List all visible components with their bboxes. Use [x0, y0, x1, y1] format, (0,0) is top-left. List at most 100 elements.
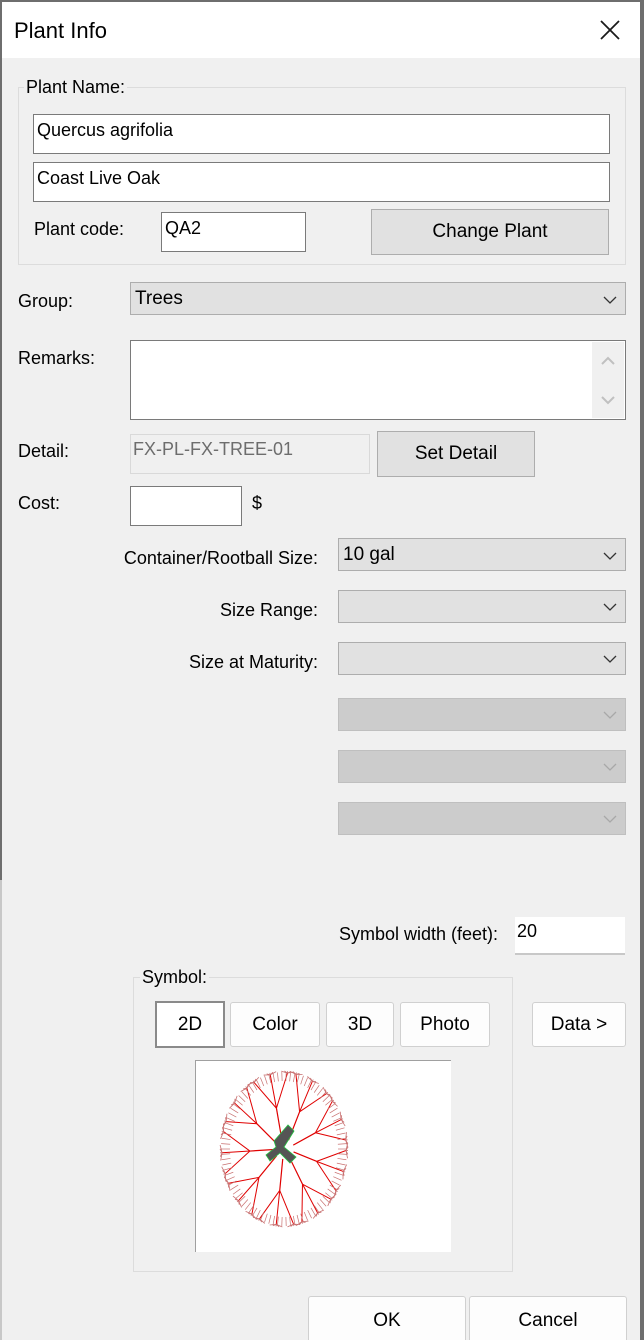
detail-field: FX-PL-FX-TREE-01 [130, 434, 370, 474]
branch-line [335, 1127, 345, 1131]
branch-line [313, 1084, 320, 1093]
branch-line [337, 1143, 347, 1145]
branch-line [296, 1074, 300, 1084]
close-button[interactable] [588, 10, 632, 50]
branch-line [279, 1158, 284, 1191]
branch-line [272, 1073, 275, 1083]
branch-line [327, 1188, 336, 1195]
branch-line [246, 1087, 258, 1124]
tree-symbol-image [219, 1070, 349, 1228]
maturity-size-dropdown[interactable] [338, 642, 626, 675]
branch-line [249, 1148, 275, 1152]
tree-trunk [265, 1124, 297, 1164]
branch-line [228, 1112, 237, 1118]
symbol-width-input[interactable]: 20 [515, 917, 625, 955]
branch-line [241, 1199, 249, 1207]
branch-line [303, 1211, 308, 1221]
branch-line [333, 1176, 342, 1181]
remarks-label: Remarks: [18, 348, 96, 368]
branch-line [307, 1209, 312, 1219]
remarks-textarea[interactable] [130, 340, 626, 420]
chevron-down-icon [599, 708, 621, 722]
window-border [0, 880, 2, 1340]
branch-line [222, 1162, 232, 1166]
branch-line [223, 1131, 251, 1152]
scientific-name-input[interactable]: Quercus agrifolia [33, 114, 610, 154]
branch-line [319, 1091, 327, 1099]
branch-line [221, 1137, 231, 1140]
plant-code-label: Plant code: [34, 219, 125, 239]
window-border [640, 0, 644, 1340]
branch-line [292, 1132, 316, 1146]
scroll-down-icon[interactable] [601, 396, 615, 405]
remarks-scrollbar[interactable] [592, 342, 624, 418]
extra-dropdown-2 [338, 750, 626, 783]
branch-line [260, 1077, 265, 1087]
set-detail-button[interactable]: Set Detail [377, 431, 535, 477]
branch-line [331, 1112, 340, 1118]
branch-line [226, 1176, 235, 1181]
branch-line [230, 1184, 239, 1191]
size-range-label: Size Range: [219, 600, 318, 620]
cancel-button[interactable]: Cancel [469, 1296, 627, 1340]
branch-line [224, 1150, 251, 1174]
branch-line [331, 1180, 340, 1186]
chevron-down-icon [599, 760, 621, 774]
branch-line [224, 1122, 234, 1127]
change-plant-button[interactable]: Change Plant [371, 209, 609, 255]
chevron-down-icon [599, 652, 621, 666]
group-dropdown[interactable]: Trees [130, 282, 626, 315]
branch-line [268, 1214, 272, 1224]
symbol-tab-2d[interactable]: 2D [155, 1001, 225, 1048]
cost-input[interactable] [130, 486, 242, 526]
branch-line [293, 1073, 296, 1083]
branch-line [336, 1162, 346, 1166]
symbol-tab-3d[interactable]: 3D [326, 1002, 394, 1047]
branch-line [289, 1216, 291, 1226]
branch-line [336, 1132, 346, 1136]
branch-line [226, 1117, 235, 1122]
branch-line [316, 1161, 337, 1191]
chevron-down-icon [599, 293, 621, 307]
plant-code-input[interactable]: QA2 [161, 212, 306, 252]
branch-line [244, 1088, 252, 1096]
group-label: Group: [18, 291, 74, 311]
branch-line [329, 1107, 338, 1114]
branch-line [222, 1150, 250, 1154]
tree-branches [219, 1070, 349, 1228]
branch-line [221, 1143, 231, 1145]
branch-line [272, 1215, 275, 1225]
cost-label: Cost: [18, 493, 61, 513]
chevron-down-icon [599, 812, 621, 826]
branch-line [264, 1213, 268, 1223]
symbol-width-label: Symbol width (feet): [338, 924, 498, 944]
ok-button[interactable]: OK [308, 1296, 466, 1340]
container-size-dropdown[interactable]: 10 gal [338, 538, 626, 571]
branch-line [337, 1158, 347, 1161]
size-range-dropdown[interactable] [338, 590, 626, 623]
branch-line [238, 1095, 246, 1103]
container-size-label: Container/Rootball Size: [123, 548, 318, 568]
symbol-tab-photo[interactable]: Photo [400, 1002, 490, 1047]
window-border [0, 0, 2, 880]
branch-line [296, 1214, 300, 1224]
symbol-tab-color[interactable]: Color [230, 1002, 320, 1047]
detail-label: Detail: [18, 441, 70, 461]
branch-line [293, 1151, 317, 1162]
common-name-input[interactable]: Coast Live Oak [33, 162, 610, 202]
branch-line [251, 1177, 260, 1215]
branch-line [325, 1089, 327, 1094]
close-icon [600, 20, 620, 40]
data-button[interactable]: Data > [532, 1002, 626, 1047]
branch-line [334, 1122, 344, 1127]
branch-line [303, 1077, 308, 1087]
branch-line [316, 1202, 324, 1210]
branch-line [256, 1123, 277, 1144]
extra-dropdown-3 [338, 802, 626, 835]
scroll-up-icon[interactable] [601, 356, 615, 365]
branch-line [334, 1171, 344, 1176]
branch-line [221, 1158, 231, 1161]
branch-line [322, 1195, 330, 1203]
branch-line [241, 1091, 249, 1099]
branch-line [222, 1132, 232, 1136]
